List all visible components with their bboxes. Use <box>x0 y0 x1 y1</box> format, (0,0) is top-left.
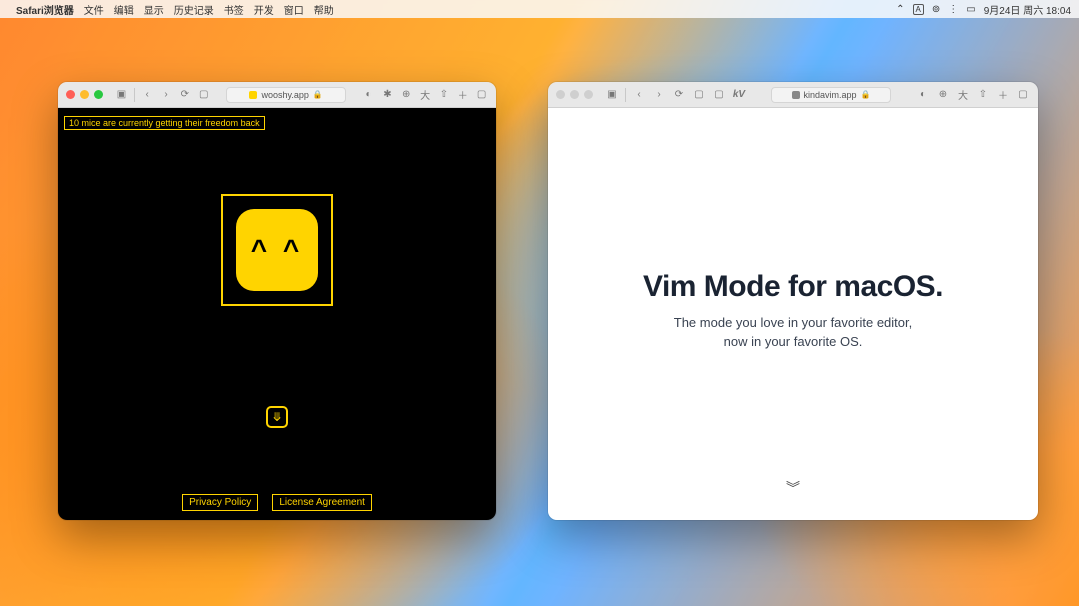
address-bar[interactable]: kindavim.app 🔒 <box>771 87 891 103</box>
favicon-icon <box>792 91 800 99</box>
favicon-icon <box>249 91 257 99</box>
subtitle-line-2: now in your favorite OS. <box>724 334 863 349</box>
sidebar-toggle-icon[interactable]: ▣ <box>115 88 128 102</box>
license-agreement-link[interactable]: License Agreement <box>272 494 372 511</box>
window-maximize-button[interactable] <box>584 90 593 99</box>
menubar-app-name[interactable]: Safari浏览器 <box>16 2 74 17</box>
page-headline: Vim Mode for macOS. <box>643 270 943 304</box>
lock-icon: 🔒 <box>861 90 871 99</box>
nav-forward-icon[interactable]: › <box>652 88 666 102</box>
menubar-item-bookmarks[interactable]: 书签 <box>224 2 244 17</box>
safari-toolbar: ▣ ‹ › ⟳ ▢ ▢ kV kindavim.app 🔒 ◐ ⊕ 大 ⇧ ＋ … <box>548 82 1038 108</box>
address-text: wooshy.app <box>261 90 308 100</box>
status-shortcut-icon[interactable]: ⌃ <box>896 4 904 15</box>
tabs-overview-icon[interactable]: ▢ <box>1016 88 1030 102</box>
downloads-icon[interactable]: ⊕ <box>400 88 413 102</box>
reader-icon[interactable]: 大 <box>956 88 970 102</box>
safari-toolbar: ▣ ‹ › ⟳ ▢ wooshy.app 🔒 ◐ ✱ ⊕ 大 ⇧ ＋ ▢ <box>58 82 496 108</box>
app-tab-icon-1[interactable]: ▢ <box>692 88 706 102</box>
menubar-item-develop[interactable]: 开发 <box>254 2 274 17</box>
toolbar-separator <box>134 88 135 102</box>
window-traffic-lights-inactive <box>556 90 593 99</box>
new-tab-icon[interactable]: ＋ <box>456 88 469 102</box>
page-subtitle: The mode you love in your favorite edito… <box>674 314 912 352</box>
window-traffic-lights <box>66 90 103 99</box>
menubar-item-window[interactable]: 窗口 <box>284 2 304 17</box>
subtitle-line-1: The mode you love in your favorite edito… <box>674 315 912 330</box>
shield-icon[interactable]: ◐ <box>362 88 375 102</box>
window-close-button[interactable] <box>66 90 75 99</box>
nav-back-icon[interactable]: ‹ <box>141 88 154 102</box>
sidebar-toggle-icon[interactable]: ▣ <box>605 88 619 102</box>
address-text: kindavim.app <box>804 90 857 100</box>
safari-window-kindavim: ▣ ‹ › ⟳ ▢ ▢ kV kindavim.app 🔒 ◐ ⊕ 大 ⇧ ＋ … <box>548 82 1038 520</box>
status-wifi-icon[interactable]: ⊚ <box>932 4 940 15</box>
nav-forward-icon[interactable]: › <box>160 88 173 102</box>
menubar-item-file[interactable]: 文件 <box>84 2 104 17</box>
scroll-down-chevron-icon[interactable]: ︾ <box>786 478 800 498</box>
window-close-button[interactable] <box>556 90 565 99</box>
status-battery-icon[interactable]: ▭ <box>966 4 975 15</box>
menubar-item-view[interactable]: 显示 <box>144 2 164 17</box>
address-bar[interactable]: wooshy.app 🔒 <box>226 87 346 103</box>
status-signal-icon[interactable]: ⋮ <box>948 4 958 15</box>
extension-icon[interactable]: ✱ <box>381 88 394 102</box>
downloads-icon[interactable]: ⊕ <box>936 88 950 102</box>
menubar-item-edit[interactable]: 编辑 <box>114 2 134 17</box>
share-icon[interactable]: ⇧ <box>438 88 451 102</box>
reload-icon[interactable]: ⟳ <box>672 88 686 102</box>
toolbar-separator <box>625 88 626 102</box>
reader-icon[interactable]: 大 <box>419 88 432 102</box>
app-tab-icon-2[interactable]: ▢ <box>712 88 726 102</box>
footer-links: Privacy Policy License Agreement <box>58 494 496 511</box>
status-input-source[interactable]: A <box>913 4 924 15</box>
macos-menubar: Safari浏览器 文件 编辑 显示 历史记录 书签 开发 窗口 帮助 ⌃ A … <box>0 0 1079 18</box>
privacy-policy-link[interactable]: Privacy Policy <box>182 494 258 511</box>
kindavim-page: Vim Mode for macOS. The mode you love in… <box>548 108 1038 520</box>
window-maximize-button[interactable] <box>94 90 103 99</box>
wooshy-logo[interactable]: ^ ^ <box>221 194 333 306</box>
app-tab-icon[interactable]: ▢ <box>197 88 210 102</box>
reload-icon[interactable]: ⟳ <box>178 88 191 102</box>
menubar-item-history[interactable]: 历史记录 <box>174 2 214 17</box>
new-tab-icon[interactable]: ＋ <box>996 88 1010 102</box>
lock-icon: 🔒 <box>313 90 323 99</box>
status-datetime[interactable]: 9月24日 周六 18:04 <box>984 2 1071 17</box>
wooshy-page: 10 mice are currently getting their free… <box>58 108 496 520</box>
wooshy-logo-face-icon: ^ ^ <box>236 209 318 291</box>
safari-window-wooshy: ▣ ‹ › ⟳ ▢ wooshy.app 🔒 ◐ ✱ ⊕ 大 ⇧ ＋ ▢ 10 … <box>58 82 496 520</box>
tabs-overview-icon[interactable]: ▢ <box>475 88 488 102</box>
nav-back-icon[interactable]: ‹ <box>632 88 646 102</box>
share-icon[interactable]: ⇧ <box>976 88 990 102</box>
app-tab-kv[interactable]: kV <box>732 88 746 102</box>
mouse-cursor-icon: ➤ <box>91 103 103 119</box>
window-minimize-button[interactable] <box>80 90 89 99</box>
scroll-down-icon[interactable]: ⤋ <box>266 406 288 428</box>
menubar-item-help[interactable]: 帮助 <box>314 2 334 17</box>
window-minimize-button[interactable] <box>570 90 579 99</box>
shield-icon[interactable]: ◐ <box>916 88 930 102</box>
